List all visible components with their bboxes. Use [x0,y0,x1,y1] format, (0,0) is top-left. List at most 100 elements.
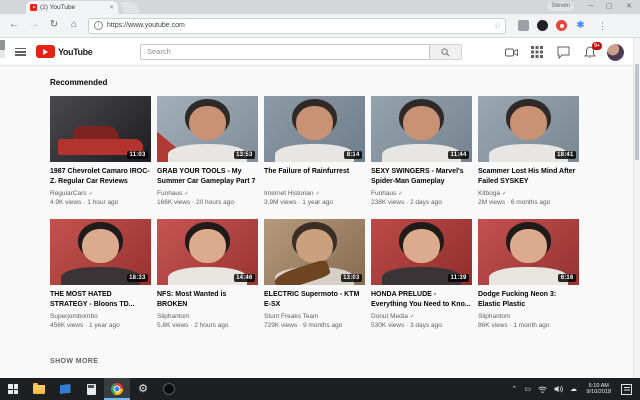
home-button[interactable]: ⌂ [66,17,82,33]
youtube-logo[interactable]: YouTube [36,45,93,58]
video-card[interactable]: 18:33 THE MOST HATED STRATEGY - Bloons TD… [50,219,151,329]
close-button[interactable]: ✕ [620,0,638,13]
video-channel[interactable]: Sliphantom [478,313,579,320]
file-explorer-button[interactable] [26,378,52,400]
video-card[interactable]: 18:41 Scammer Lost His Mind After Failed … [478,96,579,206]
action-center-icon[interactable] [621,383,632,395]
video-channel[interactable]: Kitboga ✓ [478,190,579,197]
wifi-icon[interactable] [538,386,547,393]
tray-window-icon[interactable]: ▭ [524,385,531,393]
scrollbar-thumb[interactable] [635,64,639,160]
video-thumbnail[interactable]: 18:33 [50,219,151,285]
video-thumbnail[interactable]: 13:03 [264,219,365,285]
notifications-bell-icon[interactable]: 9+ [584,42,602,59]
video-title[interactable]: THE MOST HATED STRATEGY - Bloons TD... [50,290,151,309]
video-channel[interactable]: Superjombombo [50,313,151,320]
video-title[interactable]: Dodge Fucking Neon 3: Elastic Plastic [478,290,579,309]
bookmark-star-icon[interactable]: ☆ [494,21,501,30]
video-duration: 11:03 [126,151,148,159]
messages-icon[interactable] [557,46,570,59]
page-info-icon[interactable]: i [94,21,103,30]
video-channel[interactable]: Sliphantom [157,313,258,320]
chrome-button[interactable] [104,378,130,400]
video-title[interactable]: NFS: Most Wanted is BROKEN [157,290,258,309]
video-meta: 5.8K views · 2 hours ago [157,322,229,329]
video-card[interactable]: 13:03 ELECTRIC Supermoto - KTM E-SX Stunt … [264,219,365,329]
video-thumbnail[interactable]: 11:44 [371,96,472,162]
back-button[interactable]: ← [6,17,22,33]
url-text[interactable]: https://www.youtube.com [107,22,494,29]
page-scrollbar[interactable] [633,38,640,378]
new-tab-button[interactable] [120,2,140,13]
video-meta: 238K views · 2 days ago [371,199,442,206]
video-thumbnail[interactable]: 11:03 [50,96,151,162]
video-title[interactable]: SEXY SWINGERS - Marvel's Spider-Man Game… [371,167,472,186]
maximize-button[interactable]: ▢ [600,0,618,13]
dark-app-button[interactable] [156,378,182,400]
video-title[interactable]: HONDA PRELUDE - Everything You Need to K… [371,290,472,309]
system-tray: ⌃ ▭ ☁ 5:10 AM 9/10/2018 [508,378,640,400]
video-card[interactable]: 11:03 1987 Chevrolet Camaro IROC-Z. Regul… [50,96,151,206]
video-thumbnail[interactable]: 8:14 [264,96,365,162]
extension-icon-3[interactable] [556,20,567,31]
video-card[interactable]: 8:14 The Failure of Rainfurrest Internet H… [264,96,365,206]
video-card[interactable]: 6:16 Dodge Fucking Neon 3: Elastic Plasti… [478,219,579,329]
minimize-button[interactable]: ─ [582,0,600,13]
video-duration: 18:41 [554,151,576,159]
video-duration: 11:44 [447,151,469,159]
video-channel[interactable]: Stunt Freaks Team [264,313,365,320]
video-title[interactable]: ELECTRIC Supermoto - KTM E-SX [264,290,365,309]
extension-icon-2[interactable] [537,20,548,31]
youtube-play-icon [36,45,55,58]
video-thumbnail[interactable]: 14:46 [157,219,258,285]
video-card[interactable]: 14:46 NFS: Most Wanted is BROKEN Sliphanto… [157,219,258,329]
address-bar[interactable]: i https://www.youtube.com ☆ [88,17,506,34]
search-input[interactable]: Search [140,44,430,60]
video-card[interactable]: 11:39 HONDA PRELUDE - Everything You Need… [371,219,472,329]
video-title[interactable]: 1987 Chevrolet Camaro IROC-Z. Regular Ca… [50,167,151,186]
browser-menu-icon[interactable]: ⋮ [598,18,607,34]
video-duration: 6:16 [558,274,576,282]
onedrive-cloud-icon[interactable]: ☁ [570,385,577,393]
verified-icon: ✓ [398,191,403,197]
browser-profile-chip[interactable]: Steven [547,2,574,11]
video-card[interactable]: 13:53 GRAB YOUR TOOLS - My Summer Car Gam… [157,96,258,206]
forward-button[interactable]: → [26,17,42,33]
calculator-button[interactable] [78,378,104,400]
upload-video-icon[interactable] [505,46,518,59]
search-button[interactable] [430,44,462,60]
extension-icon-4[interactable]: ✱ [575,20,586,31]
video-channel[interactable]: Donut Media ✓ [371,313,472,320]
guide-menu-icon[interactable] [15,48,26,56]
volume-icon[interactable] [554,385,563,393]
tab-close-icon[interactable]: ✕ [109,4,114,11]
show-more-button[interactable]: SHOW MORE [50,358,98,365]
taskbar-clock[interactable]: 5:10 AM 9/10/2018 [587,383,611,396]
notification-count-badge: 9+ [592,42,602,50]
hidden-icons-chevron[interactable]: ⌃ [512,385,518,393]
apps-grid-icon[interactable] [531,46,544,59]
windows-taskbar: ⚙ ⌃ ▭ ☁ 5:10 AM 9/10/2018 [0,378,640,400]
extension-icon-1[interactable] [518,20,529,31]
video-title[interactable]: Scammer Lost His Mind After Failed SYSKE… [478,167,579,186]
video-channel[interactable]: Funhaus ✓ [157,190,258,197]
video-thumbnail[interactable]: 6:16 [478,219,579,285]
browser-tab[interactable]: (2) YouTube ✕ [26,1,118,14]
video-title[interactable]: GRAB YOUR TOOLS - My Summer Car Gameplay… [157,167,258,186]
video-thumbnail[interactable]: 11:39 [371,219,472,285]
video-channel[interactable]: Internet Historian ✓ [264,190,365,197]
video-channel[interactable]: Funhaus ✓ [371,190,472,197]
page-left-scroll-nub[interactable] [0,40,5,58]
settings-button[interactable]: ⚙ [130,378,156,400]
video-title[interactable]: The Failure of Rainfurrest [264,167,365,186]
account-avatar[interactable] [607,44,624,61]
video-grid: 11:03 1987 Chevrolet Camaro IROC-Z. Regul… [50,96,579,329]
mail-app-button[interactable] [52,378,78,400]
video-meta: 86K views · 1 month ago [478,322,550,329]
video-card[interactable]: 11:44 SEXY SWINGERS - Marvel's Spider-Man… [371,96,472,206]
video-thumbnail[interactable]: 13:53 [157,96,258,162]
reload-button[interactable]: ↻ [46,17,62,33]
start-button[interactable] [0,378,26,400]
video-channel[interactable]: RegularCars ✓ [50,190,151,197]
video-thumbnail[interactable]: 18:41 [478,96,579,162]
